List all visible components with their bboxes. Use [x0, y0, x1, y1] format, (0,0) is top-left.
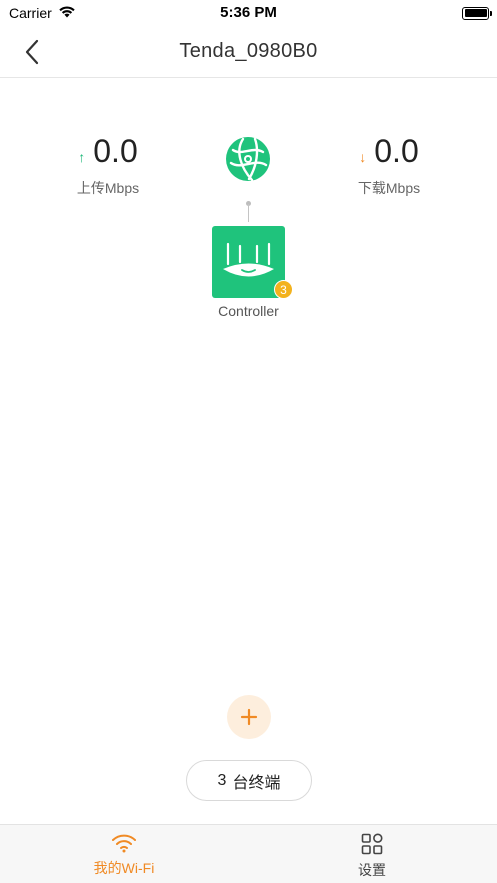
wifi-icon	[112, 834, 136, 853]
battery-icon	[462, 6, 492, 20]
plus-icon	[240, 708, 258, 726]
tab-my-wifi[interactable]: 我的Wi-Fi	[24, 825, 224, 883]
upload-speed-value: 0.0	[93, 133, 138, 169]
terminals-button[interactable]: 3 台终端	[186, 760, 312, 801]
tab-settings[interactable]: 设置	[272, 825, 472, 883]
add-device-button[interactable]	[227, 695, 271, 739]
upload-arrow-icon: ↑	[78, 149, 86, 165]
carrier-group: Carrier	[9, 5, 76, 21]
wifi-signal-icon	[58, 5, 76, 21]
internet-globe-icon	[225, 136, 271, 182]
tab-my-wifi-label: 我的Wi-Fi	[93, 860, 155, 876]
download-speed-value: 0.0	[374, 133, 419, 169]
grid-icon	[361, 833, 383, 855]
status-bar: Carrier 5:36 PM	[0, 0, 497, 26]
nav-bar: Tenda_0980B0	[0, 26, 497, 78]
connection-line	[248, 204, 249, 222]
device-count-badge: 3	[274, 280, 293, 299]
terminal-label: 台终端	[232, 774, 281, 792]
download-speed-label: 下载Mbps	[357, 180, 421, 196]
carrier-label: Carrier	[9, 5, 52, 21]
download-speed: ↓ 0.0 下载Mbps	[319, 133, 459, 198]
upload-speed: ↑ 0.0 上传Mbps	[38, 133, 178, 198]
tab-settings-label: 设置	[358, 862, 386, 878]
terminal-count: 3	[217, 771, 227, 789]
download-arrow-icon: ↓	[359, 149, 367, 165]
upload-speed-label: 上传Mbps	[76, 180, 140, 196]
router-label: Controller	[218, 303, 279, 319]
page-title: Tenda_0980B0	[179, 40, 318, 62]
tab-bar: 我的Wi-Fi 设置	[0, 824, 497, 883]
